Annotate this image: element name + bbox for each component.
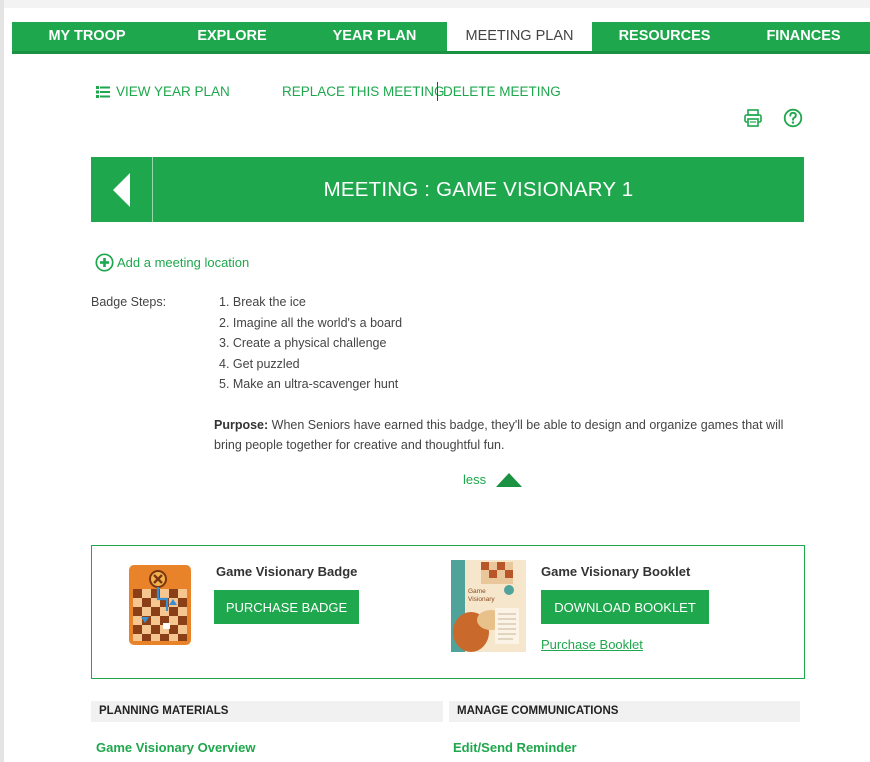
planning-materials-header: PLANNING MATERIALS bbox=[91, 701, 443, 722]
less-label: less bbox=[463, 472, 487, 487]
printer-icon[interactable] bbox=[743, 108, 763, 128]
badge-step: 3. Create a physical challenge bbox=[219, 336, 387, 350]
badge-step: 5. Make an ultra-scavenger hunt bbox=[219, 377, 399, 391]
nav-tab-finances[interactable]: FINANCES bbox=[737, 22, 870, 51]
badge-steps-list: 1. Break the ice 2. Imagine all the worl… bbox=[219, 295, 402, 398]
add-meeting-location-link[interactable]: Add a meeting location bbox=[95, 253, 249, 272]
booklet-cover-text: Game bbox=[468, 588, 486, 595]
manage-communications-header: MANAGE COMMUNICATIONS bbox=[449, 701, 800, 722]
nav-tab-year-plan[interactable]: YEAR PLAN bbox=[302, 22, 447, 51]
badge-step: 4. Get puzzled bbox=[219, 356, 300, 371]
purchase-booklet-link[interactable]: Purchase Booklet bbox=[541, 637, 643, 652]
back-arrow-icon bbox=[112, 172, 130, 207]
help-icon[interactable] bbox=[783, 108, 803, 128]
purpose-text: Purpose: When Seniors have earned this b… bbox=[214, 415, 784, 455]
nav-tab-explore[interactable]: EXPLORE bbox=[162, 22, 302, 51]
svg-text:Visionary: Visionary bbox=[468, 596, 495, 603]
meeting-header: MEETING : GAME VISIONARY 1 bbox=[91, 157, 804, 222]
less-toggle[interactable]: less bbox=[463, 472, 523, 487]
plus-circle-icon bbox=[95, 253, 114, 272]
booklet-cover-image: Game Visionary bbox=[451, 560, 526, 652]
meeting-title: MEETING : GAME VISIONARY 1 bbox=[323, 177, 634, 201]
view-year-plan-label: VIEW YEAR PLAN bbox=[116, 84, 230, 99]
add-meeting-location-label: Add a meeting location bbox=[117, 255, 250, 270]
badge-step: 1. Break the ice bbox=[219, 295, 306, 309]
main-nav: MY TROOP EXPLORE YEAR PLAN MEETING PLAN … bbox=[12, 22, 870, 54]
badge-step: 2. Imagine all the world's a board bbox=[219, 315, 403, 330]
download-booklet-button[interactable]: DOWNLOAD BOOKLET bbox=[541, 590, 709, 624]
window-left-edge bbox=[0, 0, 4, 762]
badge-steps-label: Badge Steps: bbox=[91, 295, 167, 309]
purpose-label: Purpose: bbox=[214, 418, 269, 432]
game-visionary-overview-link[interactable]: Game Visionary Overview bbox=[96, 740, 255, 755]
window-top-edge bbox=[0, 0, 870, 8]
edit-send-reminder-link[interactable]: Edit/Send Reminder bbox=[453, 740, 577, 755]
list-icon bbox=[96, 85, 110, 98]
nav-tab-meeting-plan[interactable]: MEETING PLAN bbox=[447, 22, 592, 51]
back-button[interactable] bbox=[91, 157, 153, 222]
replace-meeting-link[interactable]: REPLACE THIS MEETING bbox=[282, 84, 445, 99]
badge-image bbox=[129, 565, 191, 645]
nav-tab-resources[interactable]: RESOURCES bbox=[592, 22, 737, 51]
view-year-plan-link[interactable]: VIEW YEAR PLAN bbox=[96, 84, 230, 99]
nav-tab-my-troop[interactable]: MY TROOP bbox=[12, 22, 162, 51]
triangle-up-icon bbox=[496, 472, 523, 487]
purchase-badge-button[interactable]: PURCHASE BADGE bbox=[214, 590, 359, 624]
action-separator bbox=[437, 82, 438, 101]
badge-title: Game Visionary Badge bbox=[216, 564, 358, 579]
booklet-title: Game Visionary Booklet bbox=[541, 564, 691, 579]
delete-meeting-link[interactable]: DELETE MEETING bbox=[443, 84, 561, 99]
purpose-body: When Seniors have earned this badge, the… bbox=[214, 418, 784, 452]
